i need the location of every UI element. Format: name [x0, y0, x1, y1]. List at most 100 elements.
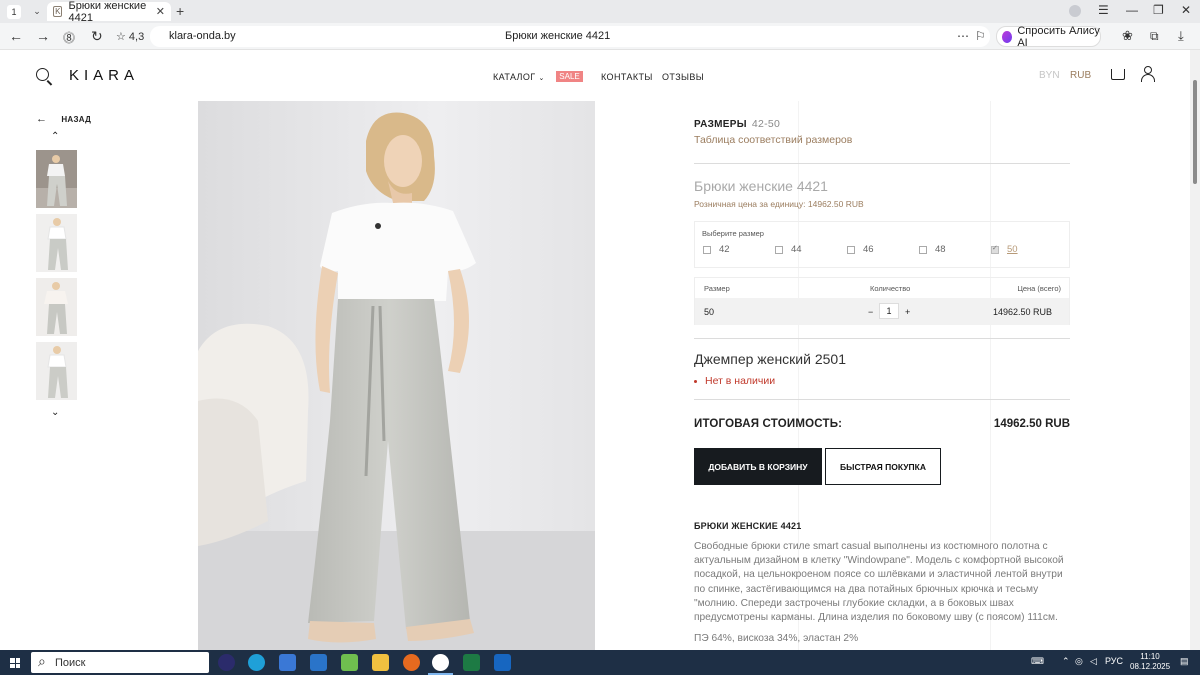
more-dots-icon[interactable]: ⋯: [957, 29, 969, 43]
gallery-thumbnail[interactable]: [36, 214, 77, 272]
retail-price: Розничная цена за единицу: 14962.50 RUB: [694, 199, 864, 209]
profile-avatar-icon[interactable]: [1069, 5, 1081, 17]
quantity-input[interactable]: 1: [879, 303, 899, 319]
tab-close-icon[interactable]: ✕: [156, 5, 165, 18]
new-tab-plus-icon[interactable]: +: [176, 3, 184, 19]
size-checkbox[interactable]: [919, 245, 927, 254]
currency-byn[interactable]: BYN: [1039, 70, 1060, 81]
scrollbar-thumb[interactable]: [1193, 80, 1197, 184]
back-arrow-icon[interactable]: ←: [9, 28, 23, 44]
rating-value: 4,3: [128, 31, 145, 43]
notifications-icon[interactable]: ▤: [1180, 656, 1189, 667]
nav-contacts[interactable]: КОНТАКТЫ: [601, 72, 653, 82]
size-option-44[interactable]: 44: [775, 244, 802, 255]
quantity-minus-button[interactable]: −: [868, 307, 873, 317]
site-favicon-icon: K: [53, 6, 63, 17]
firefox-icon[interactable]: [403, 654, 420, 671]
restore-window-icon[interactable]: ❐: [1153, 3, 1164, 17]
stock-status-text: Нет в наличии: [705, 375, 776, 387]
site-logo[interactable]: KIARA: [69, 67, 139, 84]
language-indicator[interactable]: РУС: [1105, 656, 1123, 666]
network-icon[interactable]: ◎: [1075, 656, 1083, 667]
shield-protect-icon[interactable]: ⓼: [63, 29, 75, 46]
forward-arrow-icon[interactable]: →: [36, 28, 50, 44]
bookmark-icon[interactable]: ⚐: [975, 29, 986, 43]
table-row: 50 − 1 + 14962.50 RUB: [695, 298, 1069, 325]
order-table: Размер Количество Цена (всего) 50 − 1 + …: [694, 277, 1070, 325]
ask-alice-button[interactable]: Спросить Алису AI: [996, 25, 1101, 49]
description-title: БРЮКИ ЖЕНСКИЕ 4421: [694, 521, 802, 531]
size-checkbox[interactable]: [703, 245, 711, 254]
site-rating[interactable]: ☆ 4,3: [116, 30, 144, 43]
mail-icon[interactable]: [310, 654, 327, 671]
quick-buy-button[interactable]: БЫСТРАЯ ПОКУПКА: [825, 448, 941, 485]
clock-date: 08.12.2025: [1130, 662, 1171, 671]
size-option-42[interactable]: 42: [703, 244, 730, 255]
size-selector: Выберите размер 42 44 46 48 50: [694, 221, 1070, 268]
related-product-title[interactable]: Джемпер женский 2501: [694, 351, 1070, 367]
size-option-46[interactable]: 46: [847, 244, 874, 255]
photos-icon[interactable]: [341, 654, 358, 671]
windows-start-icon[interactable]: [10, 658, 20, 668]
row-size: 50: [704, 307, 715, 317]
search-icon[interactable]: [36, 68, 49, 81]
close-window-icon[interactable]: ✕: [1181, 3, 1191, 17]
file-explorer-icon[interactable]: [372, 654, 389, 671]
volume-icon[interactable]: ◁: [1090, 656, 1097, 667]
reload-icon[interactable]: ↻: [91, 28, 103, 45]
size-checkbox[interactable]: [847, 245, 855, 254]
extension-icon[interactable]: ❀: [1122, 28, 1133, 44]
cart-icon[interactable]: [1111, 69, 1125, 80]
edge-icon[interactable]: [248, 654, 265, 671]
product-main-image[interactable]: [198, 101, 595, 650]
column-header-quantity: Количество: [870, 284, 911, 293]
divider: [694, 163, 1070, 164]
clock-time: 11:10: [1140, 652, 1160, 661]
site-header: KIARA КАТАЛОГ ⌄ SALE КОНТАКТЫ ОТЗЫВЫ BYN…: [0, 50, 1190, 101]
size-option-48[interactable]: 48: [919, 244, 946, 255]
nav-sale[interactable]: SALE: [556, 71, 583, 82]
yandex-browser-icon[interactable]: [428, 654, 453, 675]
sizes-label: РАЗМЕРЫ: [694, 119, 747, 130]
tray-chevron-icon[interactable]: ⌃: [1062, 656, 1070, 667]
size-table-link[interactable]: Таблица соответствий размеров: [694, 134, 1070, 146]
url-text[interactable]: klara-onda.by: [169, 30, 236, 42]
minimize-window-icon[interactable]: —: [1126, 3, 1138, 17]
column-header-size: Размер: [704, 284, 730, 293]
size-option-label: 44: [791, 244, 802, 255]
gallery-down-chevron-icon[interactable]: ⌄: [51, 407, 59, 418]
gallery-up-chevron-icon[interactable]: ⌃: [51, 131, 59, 142]
tab-list-chevron-icon[interactable]: ⌄: [29, 4, 45, 20]
keyboard-icon[interactable]: ⌨: [1031, 656, 1044, 667]
nav-reviews[interactable]: ОТЗЫВЫ: [662, 72, 704, 82]
account-icon[interactable]: [1141, 66, 1155, 82]
outlook-icon[interactable]: [494, 654, 511, 671]
tab-count-badge[interactable]: 1: [7, 4, 21, 19]
sizes-range: РАЗМЕРЫ 42-50: [694, 118, 1070, 130]
store-icon[interactable]: [279, 654, 296, 671]
divider: [694, 399, 1070, 400]
gallery-thumbnail[interactable]: [36, 342, 77, 400]
nav-catalog[interactable]: КАТАЛОГ ⌄: [493, 72, 545, 82]
quantity-plus-button[interactable]: +: [905, 307, 910, 317]
back-link[interactable]: ← НАЗАД: [36, 113, 91, 125]
clock[interactable]: 11:10 08.12.2025: [1130, 652, 1170, 672]
excel-icon[interactable]: [463, 654, 480, 671]
size-option-50[interactable]: 50: [991, 244, 1018, 255]
composition-text: ПЭ 64%, вискоза 34%, эластан 2%: [694, 633, 859, 644]
taskbar-search-input[interactable]: Поиск: [31, 652, 209, 673]
browser-tab-active[interactable]: K Брюки женские 4421 ✕: [47, 0, 171, 24]
size-checkbox-checked[interactable]: [991, 244, 999, 254]
chevron-down-icon: ⌄: [538, 75, 545, 82]
collections-icon[interactable]: ⧉: [1150, 29, 1159, 44]
star-icon: ☆: [116, 31, 129, 43]
browser-menu-icon[interactable]: ☰: [1098, 3, 1109, 17]
currency-rub[interactable]: RUB: [1070, 70, 1091, 81]
gallery-thumbnail[interactable]: [36, 278, 77, 336]
page-scrollbar[interactable]: [1190, 50, 1200, 650]
download-icon[interactable]: ⤓: [1178, 28, 1184, 44]
size-checkbox[interactable]: [775, 245, 783, 254]
app-icon[interactable]: [218, 654, 235, 671]
add-to-cart-button[interactable]: ДОБАВИТЬ В КОРЗИНУ: [694, 448, 822, 485]
gallery-thumbnail[interactable]: [36, 150, 77, 208]
